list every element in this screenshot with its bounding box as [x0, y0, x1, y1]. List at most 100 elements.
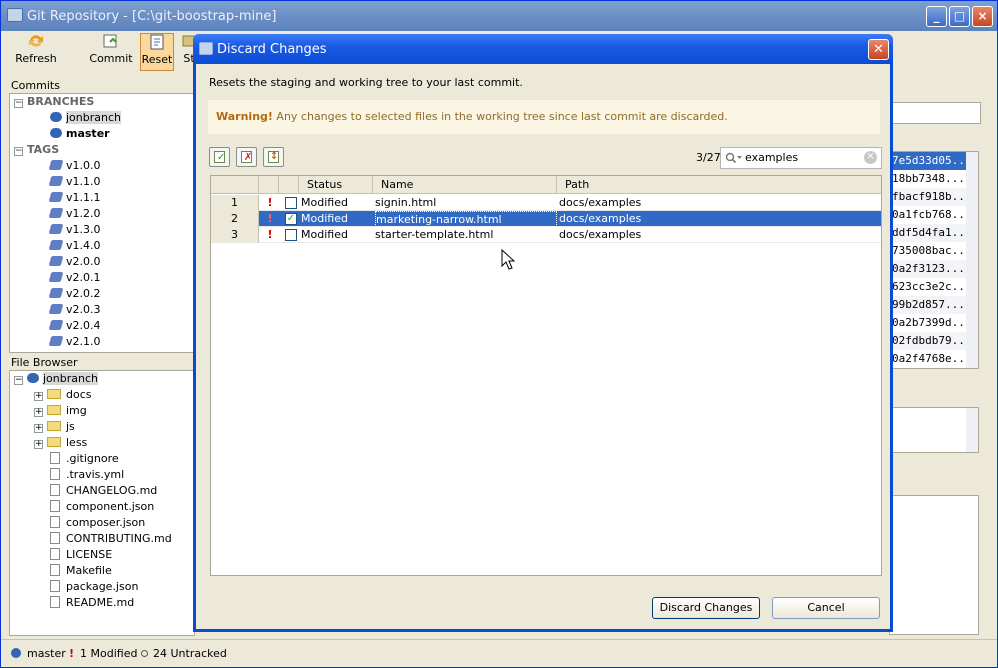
hash-cell[interactable]: 7e5d33d05...: [890, 152, 971, 170]
tag-icon: [48, 336, 64, 346]
hash-cell[interactable]: 735008bac...: [890, 242, 971, 260]
modified-icon: !: [267, 228, 273, 241]
clear-search-icon[interactable]: ✕: [864, 151, 877, 164]
tag-item[interactable]: v2.0.3: [48, 302, 101, 318]
hash-cell[interactable]: 623cc3e2c...: [890, 278, 971, 296]
folder-item[interactable]: + less: [34, 435, 87, 451]
refresh-button[interactable]: Refresh: [11, 33, 61, 71]
file-item[interactable]: package.json: [50, 579, 138, 595]
tag-item[interactable]: v1.1.1: [48, 190, 101, 206]
status-branch[interactable]: master: [11, 646, 66, 662]
tag-item[interactable]: v1.3.0: [48, 222, 101, 238]
invert-selection-button[interactable]: ↕: [263, 147, 284, 167]
tag-item[interactable]: v2.0.1: [48, 270, 101, 286]
folder-icon: [47, 437, 61, 447]
check-all-button[interactable]: ✓: [209, 147, 230, 167]
hash-cell[interactable]: 0a2b7399d...: [890, 314, 971, 332]
collapse-icon[interactable]: −: [14, 99, 23, 108]
right-search-field[interactable]: [889, 102, 981, 124]
hash-cell[interactable]: 0a1fcb768...: [890, 206, 971, 224]
expand-icon[interactable]: +: [34, 408, 43, 417]
filter-search-input[interactable]: examples ✕: [720, 147, 882, 169]
tag-icon: [48, 224, 64, 234]
hash-cell[interactable]: ddf5d4fa1...: [890, 224, 971, 242]
warning-label: Warning!: [216, 110, 273, 123]
hash-cell[interactable]: 99b2d857...: [890, 296, 966, 314]
row-checkbox[interactable]: ✓: [285, 213, 297, 225]
folder-item[interactable]: + img: [34, 403, 87, 419]
hash-cell[interactable]: 0a2f3123...: [890, 260, 966, 278]
file-item[interactable]: README.md: [50, 595, 134, 611]
status-modified[interactable]: ! 1 Modified: [69, 646, 137, 662]
vertical-scrollbar[interactable]: [966, 408, 978, 452]
table-row[interactable]: 3 ! Modified starter-template.html docs/…: [211, 227, 881, 243]
header-name[interactable]: Name: [373, 176, 557, 194]
file-icon: [50, 468, 60, 480]
title-bar: Git Repository - [C:\git-boostrap-mine] …: [1, 1, 997, 31]
expand-icon[interactable]: +: [34, 440, 43, 449]
hash-cell[interactable]: fbacf918b...: [890, 188, 971, 206]
file-item[interactable]: CONTRIBUTING.md: [50, 531, 172, 547]
file-item[interactable]: component.json: [50, 499, 154, 515]
row-name: signin.html: [375, 196, 437, 209]
branch-item[interactable]: master: [50, 126, 110, 142]
branch-icon: [50, 112, 62, 122]
close-dialog-button[interactable]: ✕: [868, 39, 889, 60]
folder-icon: [47, 389, 61, 399]
tag-item[interactable]: v2.0.0: [48, 254, 101, 270]
vertical-scrollbar[interactable]: [966, 152, 978, 368]
collapse-icon[interactable]: −: [14, 376, 23, 385]
status-untracked[interactable]: 24 Untracked: [141, 646, 227, 662]
discard-changes-dialog: Discard Changes ✕ Resets the staging and…: [193, 34, 893, 632]
expand-icon[interactable]: +: [34, 392, 43, 401]
row-checkbox[interactable]: [285, 197, 297, 209]
header-status[interactable]: Status: [299, 176, 373, 194]
tag-icon: [48, 272, 64, 282]
tag-item[interactable]: v2.0.4: [48, 318, 101, 334]
collapse-icon[interactable]: −: [14, 147, 23, 156]
tag-item[interactable]: v2.0.2: [48, 286, 101, 302]
warning-text: Any changes to selected files in the wor…: [272, 110, 728, 123]
branch-item[interactable]: jonbranch: [50, 110, 121, 126]
maximize-button[interactable]: □: [949, 6, 970, 27]
commit-button[interactable]: Commit: [89, 33, 133, 71]
close-window-button[interactable]: ×: [972, 6, 993, 27]
header-path[interactable]: Path: [557, 176, 881, 194]
row-checkbox[interactable]: [285, 229, 297, 241]
cancel-button[interactable]: Cancel: [772, 597, 880, 619]
file-item[interactable]: .travis.yml: [50, 467, 124, 483]
tag-item[interactable]: v1.1.0: [48, 174, 101, 190]
folder-item[interactable]: + docs: [34, 387, 92, 403]
file-item[interactable]: composer.json: [50, 515, 145, 531]
folder-item[interactable]: + js: [34, 419, 75, 435]
table-row[interactable]: 1 ! Modified signin.html docs/examples: [211, 195, 881, 211]
uncheck-all-button[interactable]: ✗: [236, 147, 257, 167]
file-browser-tree: − jonbranch + docs + img + js + less .gitigno…: [9, 370, 195, 636]
file-item[interactable]: LICENSE: [50, 547, 112, 563]
discard-changes-button[interactable]: Discard Changes: [652, 597, 760, 619]
commit-message-area[interactable]: [889, 407, 979, 453]
table-row[interactable]: 2 ! ✓ Modified marketing-narrow.html doc…: [211, 211, 881, 227]
tag-item[interactable]: v2.1.0: [48, 334, 101, 350]
tags-group[interactable]: − TAGS: [14, 142, 59, 158]
folder-icon: [47, 421, 61, 431]
app-icon: [7, 8, 23, 22]
minimize-button[interactable]: _: [926, 6, 947, 27]
tag-item[interactable]: v1.4.0: [48, 238, 101, 254]
file-item[interactable]: .gitignore: [50, 451, 119, 467]
file-item[interactable]: CHANGELOG.md: [50, 483, 157, 499]
hash-cell[interactable]: 02fdbdb79...: [890, 332, 971, 350]
hash-cell[interactable]: 0a2f4768e...: [890, 350, 971, 368]
tag-item[interactable]: v1.2.0: [48, 206, 101, 222]
header-check[interactable]: [279, 176, 299, 194]
header-rownum: [211, 176, 259, 194]
expand-icon[interactable]: +: [34, 424, 43, 433]
tag-item[interactable]: v1.0.0: [48, 158, 101, 174]
filter-count: 3/27: [696, 151, 721, 164]
root-item[interactable]: − jonbranch: [14, 371, 98, 387]
tag-icon: [48, 304, 64, 314]
hash-cell[interactable]: 18bb7348...: [890, 170, 966, 188]
file-item[interactable]: Makefile: [50, 563, 112, 579]
branches-group[interactable]: − BRANCHES: [14, 94, 94, 110]
reset-button[interactable]: Reset: [140, 33, 174, 71]
